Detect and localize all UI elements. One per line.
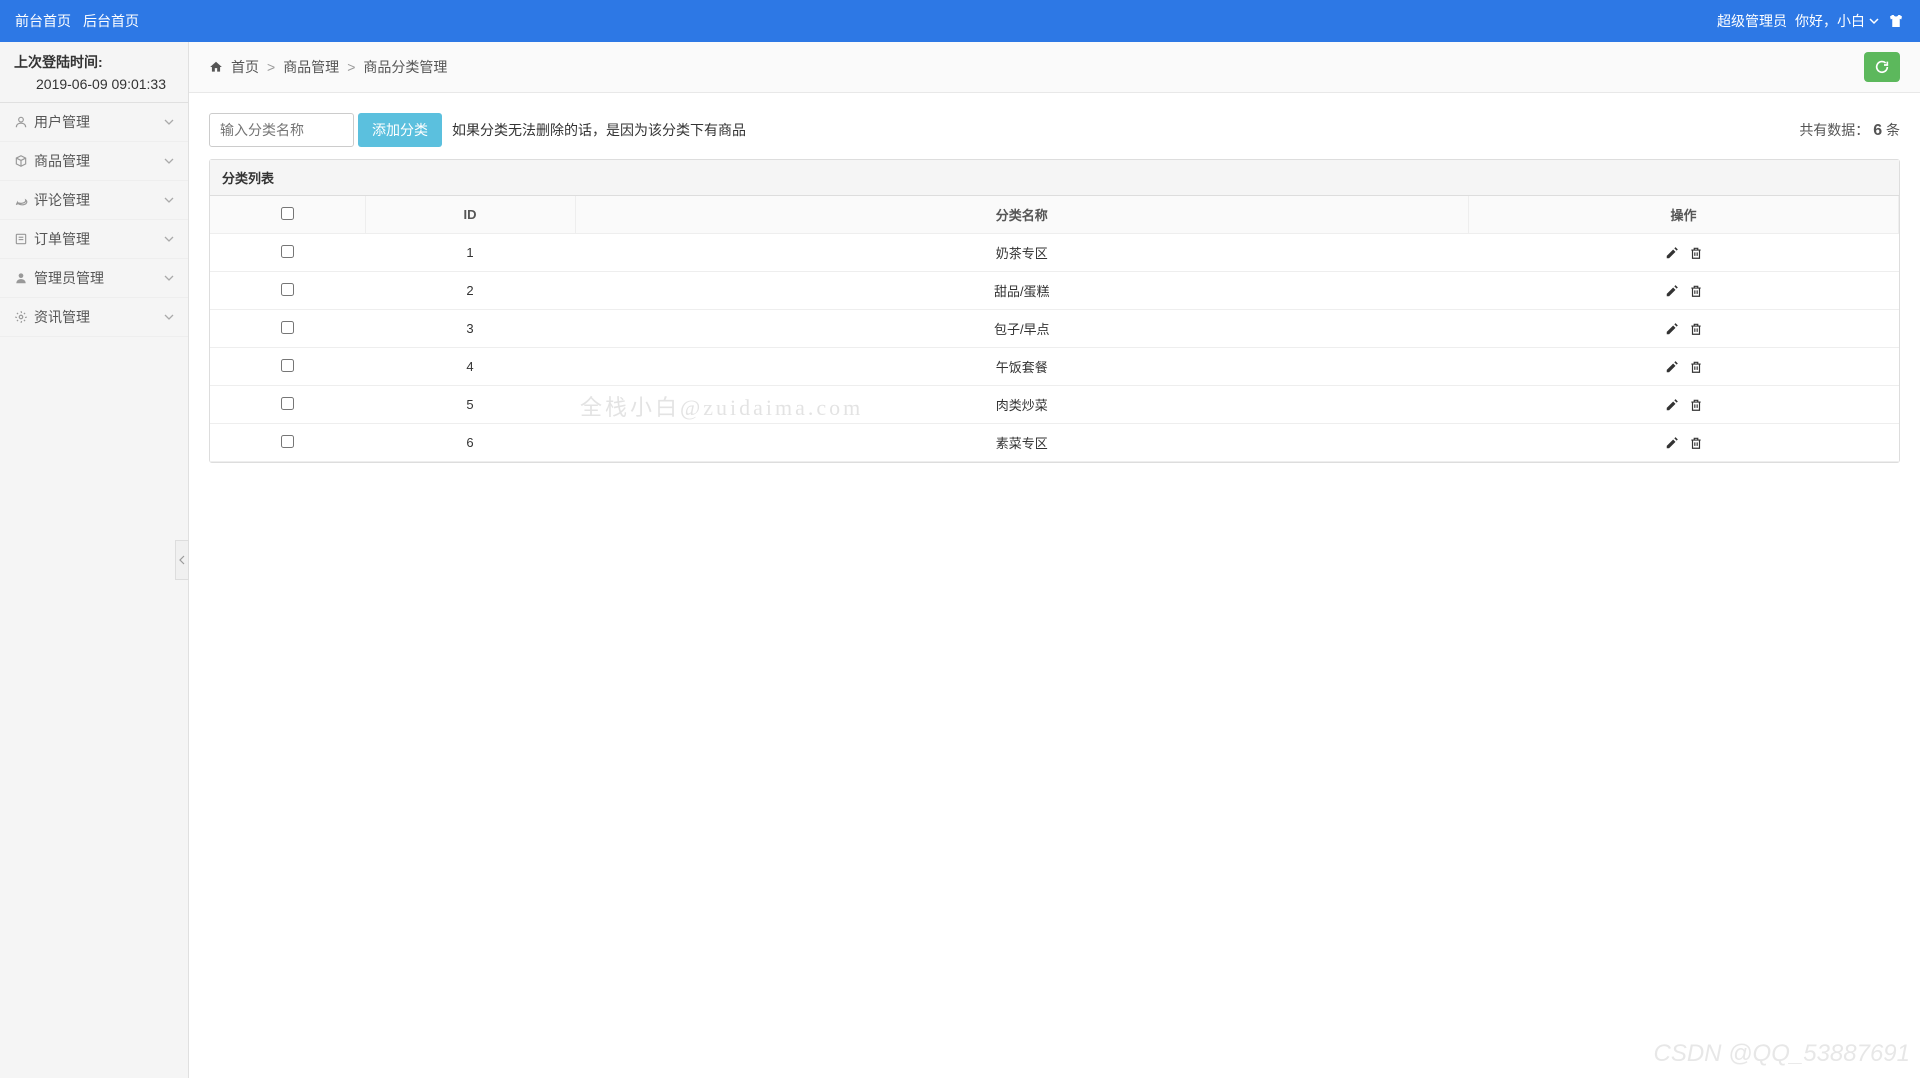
- front-home-link[interactable]: 前台首页: [15, 11, 71, 31]
- user-dropdown[interactable]: 你好，小白: [1795, 11, 1879, 31]
- sidebar-item-0[interactable]: 用户管理: [0, 103, 188, 142]
- sidebar-item-5[interactable]: 资讯管理: [0, 298, 188, 337]
- sidebar-item-1[interactable]: 商品管理: [0, 142, 188, 181]
- delete-icon[interactable]: [1689, 246, 1703, 260]
- user-greeting: 你好，小白: [1795, 11, 1865, 31]
- cell-id: 3: [365, 310, 575, 348]
- cell-id: 1: [365, 234, 575, 272]
- breadcrumb-bar: 首页 > 商品管理 > 商品分类管理: [189, 42, 1920, 93]
- sidebar-item-label: 资讯管理: [34, 307, 90, 327]
- table-row: 6素菜专区: [210, 424, 1899, 462]
- row-checkbox[interactable]: [281, 435, 294, 448]
- chevron-down-icon: [164, 312, 174, 322]
- delete-icon[interactable]: [1689, 436, 1703, 450]
- breadcrumb-sep: >: [347, 59, 355, 75]
- sidebar-item-label: 订单管理: [34, 229, 90, 249]
- top-nav-left: 前台首页 后台首页: [15, 11, 139, 31]
- package-icon: [14, 154, 28, 168]
- cell-id: 4: [365, 348, 575, 386]
- cell-id: 6: [365, 424, 575, 462]
- category-table: ID 分类名称 操作 1奶茶专区2甜品/蛋糕3包子/早点4午饭套餐5肉类炒菜6素…: [210, 196, 1899, 462]
- sidebar-item-label: 用户管理: [34, 112, 90, 132]
- chevron-down-icon: [164, 156, 174, 166]
- select-all-checkbox[interactable]: [281, 207, 294, 220]
- breadcrumb-level2: 商品分类管理: [363, 57, 447, 77]
- table-row: 4午饭套餐: [210, 348, 1899, 386]
- top-nav-right: 超级管理员 你好，小白: [1717, 11, 1905, 31]
- last-login-label: 上次登陆时间:: [14, 52, 174, 72]
- th-name: 分类名称: [575, 196, 1469, 234]
- add-category-button[interactable]: 添加分类: [358, 113, 442, 147]
- chevron-down-icon: [164, 234, 174, 244]
- comment-icon: [14, 193, 28, 207]
- sidebar-item-label: 评论管理: [34, 190, 90, 210]
- delete-icon[interactable]: [1689, 360, 1703, 374]
- sidebar-item-3[interactable]: 订单管理: [0, 220, 188, 259]
- table-row: 2甜品/蛋糕: [210, 272, 1899, 310]
- edit-icon[interactable]: [1665, 360, 1679, 374]
- chevron-down-icon: [164, 195, 174, 205]
- toolbar: 添加分类 如果分类无法删除的话，是因为该分类下有商品 共有数据： 6 条: [209, 113, 1900, 147]
- row-checkbox[interactable]: [281, 397, 294, 410]
- back-home-link[interactable]: 后台首页: [83, 11, 139, 31]
- cell-name: 肉类炒菜: [575, 386, 1469, 424]
- cell-name: 素菜专区: [575, 424, 1469, 462]
- edit-icon[interactable]: [1665, 284, 1679, 298]
- category-panel: 分类列表 ID 分类名称 操作 1奶茶专区2甜品/蛋糕3包子/早点4午饭套餐5肉…: [209, 159, 1900, 463]
- th-id: ID: [365, 196, 575, 234]
- top-bar: 前台首页 后台首页 超级管理员 你好，小白: [0, 0, 1920, 42]
- edit-icon[interactable]: [1665, 398, 1679, 412]
- cell-id: 5: [365, 386, 575, 424]
- chevron-down-icon: [1869, 16, 1879, 26]
- order-icon: [14, 232, 28, 246]
- table-row: 5肉类炒菜: [210, 386, 1899, 424]
- last-login-value: 2019-06-09 09:01:33: [14, 76, 174, 92]
- sidebar-item-label: 商品管理: [34, 151, 90, 171]
- admin-icon: [14, 271, 28, 285]
- refresh-button[interactable]: [1864, 52, 1900, 82]
- sidebar-collapse-handle[interactable]: [175, 540, 189, 580]
- home-icon: [209, 60, 223, 74]
- breadcrumb-sep: >: [267, 59, 275, 75]
- row-checkbox[interactable]: [281, 359, 294, 372]
- data-count: 共有数据： 6 条: [1799, 120, 1900, 140]
- cell-name: 包子/早点: [575, 310, 1469, 348]
- cell-name: 午饭套餐: [575, 348, 1469, 386]
- tshirt-icon[interactable]: [1887, 12, 1905, 30]
- delete-hint-text: 如果分类无法删除的话，是因为该分类下有商品: [452, 120, 746, 140]
- category-name-input[interactable]: [209, 113, 354, 147]
- chevron-down-icon: [164, 117, 174, 127]
- edit-icon[interactable]: [1665, 246, 1679, 260]
- content-area: 首页 > 商品管理 > 商品分类管理 添加分类 如果分类无法删除的话，是因为该分…: [189, 42, 1920, 1078]
- refresh-icon: [1874, 59, 1890, 75]
- cell-id: 2: [365, 272, 575, 310]
- th-checkbox: [210, 196, 365, 234]
- edit-icon[interactable]: [1665, 322, 1679, 336]
- table-row: 1奶茶专区: [210, 234, 1899, 272]
- sidebar-item-2[interactable]: 评论管理: [0, 181, 188, 220]
- last-login-block: 上次登陆时间: 2019-06-09 09:01:33: [0, 42, 188, 103]
- table-row: 3包子/早点: [210, 310, 1899, 348]
- panel-title: 分类列表: [210, 160, 1899, 196]
- row-checkbox[interactable]: [281, 245, 294, 258]
- row-checkbox[interactable]: [281, 321, 294, 334]
- sidebar: 上次登陆时间: 2019-06-09 09:01:33 用户管理商品管理评论管理…: [0, 42, 189, 1078]
- sidebar-item-4[interactable]: 管理员管理: [0, 259, 188, 298]
- sidebar-item-label: 管理员管理: [34, 268, 104, 288]
- breadcrumb-home[interactable]: 首页: [231, 57, 259, 77]
- edit-icon[interactable]: [1665, 436, 1679, 450]
- cell-name: 奶茶专区: [575, 234, 1469, 272]
- th-action: 操作: [1469, 196, 1899, 234]
- user-role: 超级管理员: [1717, 11, 1787, 31]
- breadcrumb-level1[interactable]: 商品管理: [283, 57, 339, 77]
- delete-icon[interactable]: [1689, 322, 1703, 336]
- user-icon: [14, 115, 28, 129]
- cell-name: 甜品/蛋糕: [575, 272, 1469, 310]
- delete-icon[interactable]: [1689, 398, 1703, 412]
- news-icon: [14, 310, 28, 324]
- row-checkbox[interactable]: [281, 283, 294, 296]
- breadcrumb: 首页 > 商品管理 > 商品分类管理: [209, 57, 447, 77]
- delete-icon[interactable]: [1689, 284, 1703, 298]
- chevron-down-icon: [164, 273, 174, 283]
